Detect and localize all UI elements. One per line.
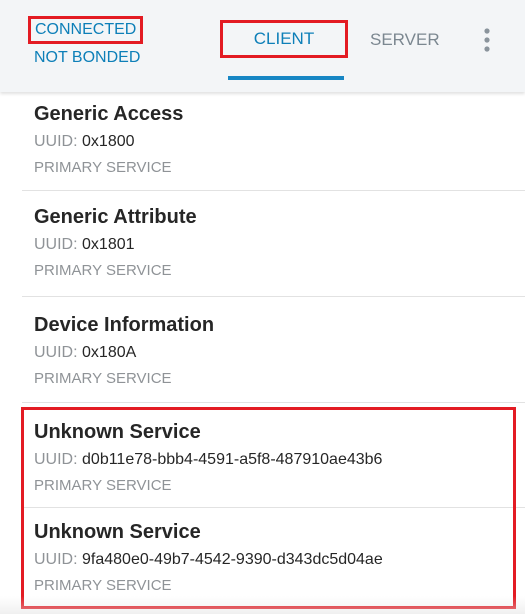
service-item[interactable]: Generic Access UUID: 0x1800 PRIMARY SERV… <box>34 103 504 177</box>
service-uuid: UUID: 0x180A <box>34 344 504 362</box>
ble-client-screen: CONNECTED NOT BONDED CLIENT SERVER Gener… <box>0 0 525 614</box>
uuid-label: UUID: <box>34 344 78 361</box>
bottom-fade <box>0 596 525 614</box>
uuid-value: 0x180A <box>82 344 137 361</box>
active-tab-indicator <box>228 76 344 80</box>
service-name: Generic Attribute <box>34 206 197 228</box>
connection-status-block: CONNECTED NOT BONDED <box>28 16 144 66</box>
divider <box>22 296 525 297</box>
tab-server[interactable]: SERVER <box>370 30 440 50</box>
overflow-menu-icon[interactable] <box>482 26 492 56</box>
divider <box>22 402 525 403</box>
divider <box>22 190 525 191</box>
uuid-label: UUID: <box>34 236 78 253</box>
service-uuid: UUID: 0x1801 <box>34 236 504 254</box>
bond-status: NOT BONDED <box>34 49 141 66</box>
service-item[interactable]: Generic Attribute UUID: 0x1801 PRIMARY S… <box>34 206 504 280</box>
tab-client-label: CLIENT <box>220 20 348 58</box>
connection-status: CONNECTED <box>28 16 144 44</box>
service-name: Generic Access <box>34 103 184 125</box>
app-top-bar: CONNECTED NOT BONDED CLIENT SERVER <box>0 0 525 92</box>
uuid-value: 0x1800 <box>82 133 135 150</box>
service-type: PRIMARY SERVICE <box>34 159 172 176</box>
service-type: PRIMARY SERVICE <box>34 262 172 279</box>
uuid-value: 0x1801 <box>82 236 135 253</box>
service-uuid: UUID: 0x1800 <box>34 133 504 151</box>
uuid-label: UUID: <box>34 133 78 150</box>
tab-client[interactable]: CLIENT <box>218 16 350 80</box>
service-type: PRIMARY SERVICE <box>34 370 172 387</box>
unknown-services-highlight <box>21 407 516 609</box>
service-name: Device Information <box>34 314 215 336</box>
service-item[interactable]: Device Information UUID: 0x180A PRIMARY … <box>34 314 504 388</box>
